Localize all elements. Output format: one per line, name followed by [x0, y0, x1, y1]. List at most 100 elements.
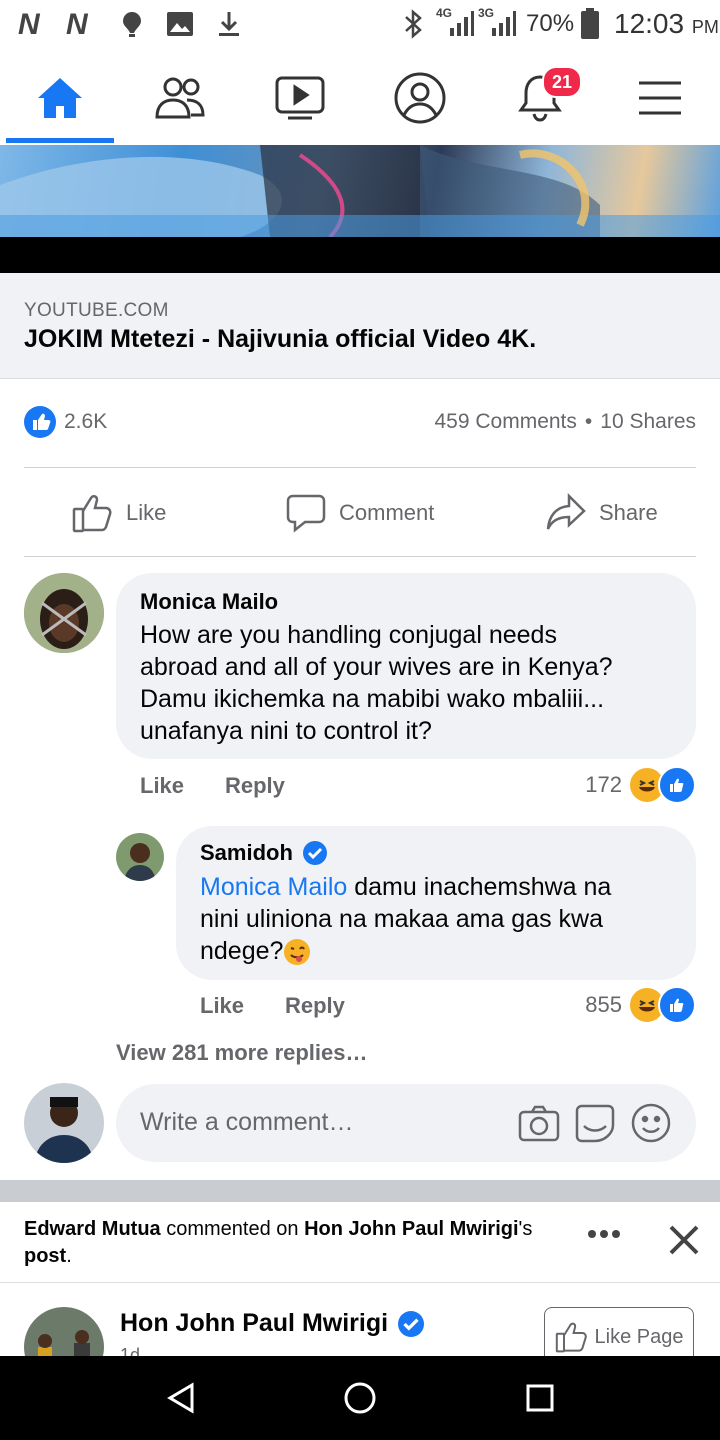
- emoji-icon[interactable]: [630, 1102, 672, 1144]
- comment-button[interactable]: Comment: [285, 490, 434, 536]
- reply-text: Monica Mailo damu inachemshwa na nini ul…: [200, 871, 680, 967]
- link-title: JOKIM Mtetezi - Najivunia official Video…: [24, 325, 537, 353]
- reply-header: Samidoh: [200, 840, 327, 866]
- recents-icon[interactable]: [525, 1383, 555, 1413]
- comment-line: Damu ikichemka na mabibi wako mbaliii...: [140, 685, 605, 713]
- comment-like-button[interactable]: Like: [140, 773, 184, 799]
- image-icon: [166, 11, 194, 37]
- story-middle: commented on: [160, 1218, 305, 1240]
- back-icon[interactable]: [166, 1382, 196, 1414]
- reply-reactions[interactable]: 855: [585, 986, 696, 1024]
- svg-text:N: N: [66, 8, 89, 38]
- comments-count[interactable]: 459 Comments: [435, 410, 577, 434]
- like-label: Like: [126, 500, 167, 525]
- tab-home[interactable]: [25, 68, 95, 128]
- reply-text-part: damu inachemshwa na: [347, 873, 612, 901]
- location-icon: [120, 10, 144, 38]
- watch-icon: [275, 76, 325, 120]
- share-button[interactable]: Share: [545, 490, 658, 536]
- gif-icon[interactable]: [574, 1102, 616, 1144]
- tab-menu[interactable]: [625, 68, 695, 128]
- comment-reactions[interactable]: 172: [585, 766, 696, 804]
- battery-icon: [580, 8, 600, 40]
- reply-like-button[interactable]: Like: [200, 993, 244, 1019]
- post-link[interactable]: post: [24, 1245, 66, 1267]
- avatar[interactable]: [24, 573, 104, 653]
- video-player[interactable]: [0, 145, 720, 273]
- avatar[interactable]: [24, 1307, 104, 1356]
- comment-label: Comment: [339, 500, 435, 525]
- like-page-label: Like Page: [594, 1325, 684, 1348]
- signal-icon: [490, 10, 516, 38]
- more-options-icon[interactable]: [586, 1228, 622, 1240]
- share-label: Share: [599, 500, 658, 525]
- camera-icon[interactable]: [518, 1104, 560, 1142]
- comment-reply-button[interactable]: Reply: [225, 773, 285, 799]
- like-reaction-icon: [24, 406, 56, 438]
- verified-badge-icon: [398, 1310, 425, 1337]
- clock-ampm: PM: [691, 17, 719, 37]
- reaction-count: 172: [585, 772, 622, 797]
- like-reaction-icon: [658, 986, 696, 1024]
- signal-icon: [448, 10, 474, 38]
- link-preview[interactable]: YOUTUBE.COM JOKIM Mtetezi - Najivunia of…: [0, 273, 720, 379]
- comment-text: How are you handling conjugal needs abro…: [140, 619, 613, 747]
- comment-input-placeholder[interactable]: Write a comment…: [140, 1108, 353, 1137]
- avatar[interactable]: [24, 1083, 104, 1163]
- comment-line: unafanya nini to control it?: [140, 717, 432, 745]
- battery-percent: 70%: [526, 10, 575, 37]
- active-tab-indicator: [6, 138, 114, 143]
- status-bar: N N 4G 3G 70% 12:03 PM: [0, 0, 720, 50]
- next-post-header: Hon John Paul Mwirigi 1d Like Page: [0, 1283, 720, 1356]
- reply-text-part: ndege?: [200, 937, 284, 965]
- tab-watch[interactable]: [265, 68, 335, 128]
- download-icon: [216, 10, 242, 38]
- close-icon[interactable]: [668, 1224, 700, 1256]
- comment-author[interactable]: Monica Mailo: [140, 589, 278, 615]
- reply-author[interactable]: Samidoh: [200, 840, 293, 866]
- reply-line: ndege?: [200, 935, 680, 967]
- comment-composer[interactable]: Write a comment…: [116, 1084, 696, 1162]
- comment-line: abroad and all of your wives are in Keny…: [140, 653, 613, 681]
- post-time: 1d: [120, 1345, 141, 1356]
- home-nav-icon[interactable]: [343, 1381, 377, 1415]
- share-icon: [546, 493, 586, 530]
- winking-tongue-emoji-icon: [283, 938, 311, 966]
- likes-count[interactable]: 2.6K: [64, 410, 107, 434]
- story-period: .: [66, 1245, 72, 1267]
- reply-reply-button[interactable]: Reply: [285, 993, 345, 1019]
- target-name[interactable]: Hon John Paul Mwirigi: [304, 1218, 518, 1240]
- video-thumbnail: [0, 145, 720, 237]
- divider: [24, 556, 696, 557]
- actor-name[interactable]: Edward Mutua: [24, 1218, 161, 1240]
- like-button[interactable]: Like: [72, 490, 166, 536]
- bluetooth-icon: [400, 9, 426, 39]
- tab-friends[interactable]: [145, 68, 215, 128]
- engagement-counts: 459 Comments • 10 Shares: [435, 410, 697, 434]
- notification-badge: 21: [542, 66, 582, 98]
- friends-icon: [155, 77, 205, 119]
- feed-separator: [0, 1180, 720, 1202]
- reply-line: Monica Mailo damu inachemshwa na: [200, 871, 680, 903]
- page-name[interactable]: Hon John Paul Mwirigi: [120, 1309, 388, 1338]
- comment-bubble[interactable]: Monica Mailo How are you handling conjug…: [116, 573, 696, 759]
- reply-bubble[interactable]: Samidoh Monica Mailo damu inachemshwa na…: [176, 826, 696, 980]
- post-stats: 2.6K 459 Comments • 10 Shares: [0, 398, 720, 448]
- story-text: Edward Mutua commented on Hon John Paul …: [24, 1216, 564, 1270]
- mention-link[interactable]: Monica Mailo: [200, 873, 347, 901]
- top-nav: 21: [0, 50, 720, 147]
- menu-icon: [639, 81, 681, 115]
- home-icon: [38, 78, 82, 118]
- shares-count[interactable]: 10 Shares: [600, 410, 696, 434]
- view-more-replies[interactable]: View 281 more replies…: [116, 1040, 368, 1066]
- thumbs-up-icon: [72, 495, 112, 533]
- separator-dot: •: [584, 410, 593, 433]
- verified-badge-icon: [302, 841, 327, 865]
- reply-line: nini uliniona na makaa ama gas kwa: [200, 905, 604, 933]
- like-page-button[interactable]: Like Page: [544, 1307, 694, 1356]
- story-header: Edward Mutua commented on Hon John Paul …: [0, 1202, 720, 1283]
- system-nav-bar: [0, 1356, 720, 1440]
- avatar[interactable]: [116, 833, 164, 881]
- comment-icon: [286, 494, 326, 533]
- tab-profile[interactable]: [385, 68, 455, 128]
